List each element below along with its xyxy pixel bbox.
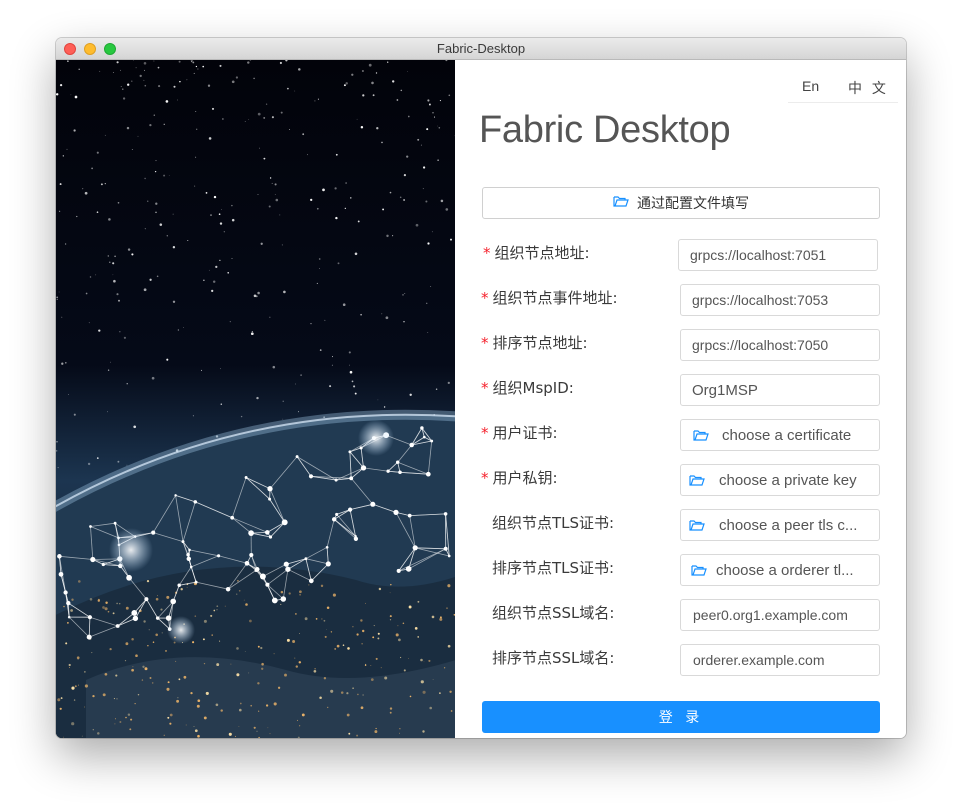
msp-id-label-text: 组织MspID: [492,379,574,397]
folder-open-icon [689,474,705,487]
lang-en-option[interactable]: En [802,78,819,94]
user-cert-value: choose a certificate [722,426,852,444]
orderer-address-label: * 排序节点地址: [481,332,588,353]
msp-id-value: Org1MSP [692,381,758,399]
peer-tls-cert-label-text: 组织节点TLS证书: [492,514,615,532]
user-cert-label-text: 用户证书: [492,424,558,442]
peer-address-value: grpcs://localhost:7051 [690,247,827,263]
user-key-picker[interactable]: choose a private key [680,464,880,496]
orderer-ssl-domain-label: 排序节点SSL域名: [492,647,614,668]
required-mark: * [481,424,489,442]
orderer-tls-cert-picker[interactable]: choose a orderer tl... [680,554,880,586]
peer-event-address-label: * 组织节点事件地址: [481,287,618,308]
orderer-tls-cert-label-text: 排序节点TLS证书: [492,559,615,577]
orderer-ssl-domain-input[interactable]: orderer.example.com [680,644,880,676]
peer-event-address-label-text: 组织节点事件地址: [492,289,618,307]
peer-ssl-domain-label-text: 组织节点SSL域名: [492,604,615,622]
earth-network-illustration [56,60,455,738]
required-mark: * [483,244,491,262]
user-key-value: choose a private key [719,471,857,489]
lang-zh-option[interactable]: 中 文 [848,78,889,98]
fill-from-config-button[interactable]: 通过配置文件填写 [482,187,880,219]
folder-open-icon [693,429,709,442]
msp-id-label: * 组织MspID: [481,377,574,398]
title-bar: Fabric-Desktop [56,38,906,60]
language-switch: En 中 文 [788,60,898,103]
login-panel: En 中 文 Fabric Desktop 通过配置文件填写 * 组织节点地址: … [455,60,906,738]
peer-event-address-value: grpcs://localhost:7053 [692,292,829,308]
fill-from-config-label: 通过配置文件填写 [637,196,749,212]
orderer-ssl-domain-value: orderer.example.com [693,652,825,668]
window-title: Fabric-Desktop [436,41,526,56]
peer-ssl-domain-label: 组织节点SSL域名: [492,602,614,623]
app-window: Fabric-Desktop En 中 文 Fabric Desktop 通过配… [56,38,906,738]
required-mark: * [481,334,489,352]
orderer-tls-cert-label: 排序节点TLS证书: [492,557,614,578]
peer-address-label: * 组织节点地址: [483,242,590,263]
peer-tls-cert-label: 组织节点TLS证书: [492,512,614,533]
folder-open-icon [691,564,707,577]
folder-open-icon [689,519,705,532]
peer-tls-cert-value: choose a peer tls c... [719,516,858,534]
orderer-address-label-text: 排序节点地址: [492,334,588,352]
login-button[interactable]: 登 录 [482,701,880,733]
required-mark: * [481,289,489,307]
peer-tls-cert-picker[interactable]: choose a peer tls c... [680,509,880,541]
user-cert-label: * 用户证书: [481,422,558,443]
msp-id-input[interactable]: Org1MSP [680,374,880,406]
orderer-address-value: grpcs://localhost:7050 [692,337,829,353]
peer-ssl-domain-input[interactable]: peer0.org1.example.com [680,599,880,631]
peer-address-label-text: 组织节点地址: [494,244,590,262]
user-key-label-text: 用户私钥: [492,469,558,487]
required-mark: * [481,379,489,397]
orderer-ssl-domain-label-text: 排序节点SSL域名: [492,649,615,667]
required-mark: * [481,469,489,487]
orderer-address-input[interactable]: grpcs://localhost:7050 [680,329,880,361]
user-key-label: * 用户私钥: [481,467,558,488]
orderer-tls-cert-value: choose a orderer tl... [716,561,854,579]
user-cert-picker[interactable]: choose a certificate [680,419,880,451]
app-title: Fabric Desktop [479,109,731,151]
peer-address-input[interactable]: grpcs://localhost:7051 [678,239,878,271]
folder-open-icon [613,195,629,212]
peer-ssl-domain-value: peer0.org1.example.com [693,607,848,623]
peer-event-address-input[interactable]: grpcs://localhost:7053 [680,284,880,316]
